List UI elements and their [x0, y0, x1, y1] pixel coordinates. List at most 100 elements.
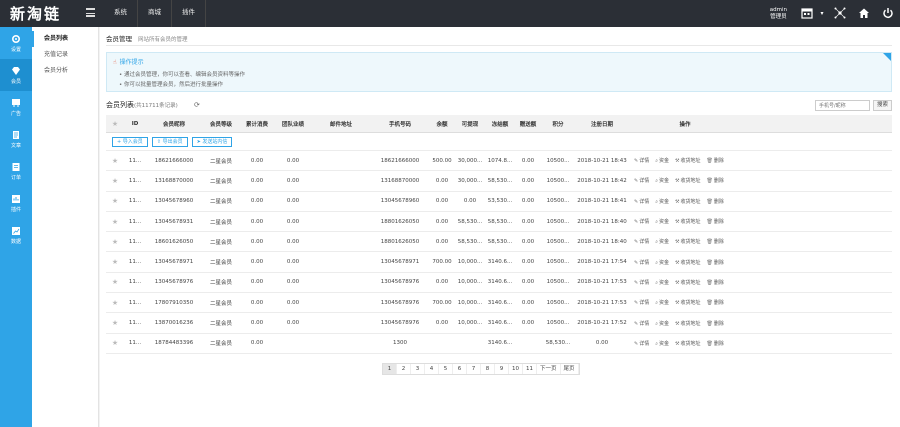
- last-page-link[interactable]: 尾页: [561, 364, 579, 374]
- row-action-delete[interactable]: 🗑删除: [707, 259, 724, 266]
- row-action-funds[interactable]: ⌕资金: [655, 340, 669, 347]
- row-action-detail[interactable]: ✎详情: [634, 340, 649, 347]
- calendar-icon[interactable]: [800, 7, 814, 21]
- star-icon[interactable]: ★: [112, 278, 118, 286]
- star-icon[interactable]: ★: [112, 177, 118, 185]
- star-icon[interactable]: ★: [112, 238, 118, 246]
- row-action-delete[interactable]: 🗑删除: [707, 198, 724, 205]
- sidebar-item-orders[interactable]: 订单: [0, 155, 32, 187]
- row-action-detail[interactable]: ✎详情: [634, 198, 649, 205]
- page-link[interactable]: 5: [439, 364, 453, 374]
- table-row[interactable]: ★ 11... 13045678960 二星会员 0.00 0.00 13045678960…: [106, 192, 892, 212]
- subnav-item-analysis[interactable]: 会员分析: [32, 63, 98, 79]
- row-action-address[interactable]: ⚒收货地址: [675, 299, 701, 306]
- row-action-funds[interactable]: ⌕资金: [655, 218, 669, 225]
- row-action-detail[interactable]: ✎详情: [634, 218, 649, 225]
- row-action-delete[interactable]: 🗑删除: [707, 157, 724, 164]
- table-row[interactable]: ★ 11... 13045678976 二星会员 0.00 0.00 13045678976…: [106, 273, 892, 294]
- row-action-detail[interactable]: ✎详情: [634, 320, 649, 327]
- row-action-delete[interactable]: 🗑删除: [707, 279, 724, 286]
- star-icon[interactable]: ★: [112, 258, 118, 266]
- collapse-corner-icon[interactable]: [883, 53, 891, 61]
- sidebar-item-members[interactable]: 会员: [0, 59, 32, 91]
- sidebar-item-articles[interactable]: 文章: [0, 123, 32, 155]
- row-action-funds[interactable]: ⌕资金: [655, 279, 669, 286]
- star-icon[interactable]: ★: [112, 299, 118, 307]
- row-action-detail[interactable]: ✎详情: [634, 238, 649, 245]
- refresh-icon[interactable]: ⟳: [194, 101, 200, 109]
- table-row[interactable]: ★ 11... 13870016236 二星会员 0.00 0.00 13045678976…: [106, 313, 892, 334]
- row-action-detail[interactable]: ✎详情: [634, 299, 649, 306]
- table-row[interactable]: ★ 11... 13045678971 二星会员 0.00 0.00 13045678971…: [106, 252, 892, 273]
- row-action-address[interactable]: ⚒收货地址: [675, 320, 701, 327]
- page-link[interactable]: 3: [411, 364, 425, 374]
- row-action-detail[interactable]: ✎详情: [634, 157, 649, 164]
- row-action-detail[interactable]: ✎详情: [634, 177, 649, 184]
- table-row[interactable]: ★ 11... 18784483396 二星会员 0.00 1300 3140.6... 58…: [106, 334, 892, 354]
- row-action-funds[interactable]: ⌕资金: [655, 157, 669, 164]
- user-box[interactable]: admin 管理员: [770, 7, 787, 21]
- star-icon[interactable]: ★: [112, 339, 118, 347]
- row-action-address[interactable]: ⚒收货地址: [675, 279, 701, 286]
- row-action-delete[interactable]: 🗑删除: [707, 218, 724, 225]
- row-action-delete[interactable]: 🗑删除: [707, 340, 724, 347]
- search-button[interactable]: 搜索: [873, 100, 892, 111]
- row-action-address[interactable]: ⚒收货地址: [675, 157, 701, 164]
- row-action-funds[interactable]: ⌕资金: [655, 198, 669, 205]
- import-members-button[interactable]: + 导入会员: [112, 136, 148, 147]
- power-icon[interactable]: [881, 7, 895, 21]
- topnav-item-system[interactable]: 系统: [104, 0, 138, 27]
- page-link[interactable]: 6: [453, 364, 467, 374]
- sidebar-item-plugins[interactable]: 插件: [0, 187, 32, 219]
- star-icon[interactable]: ★: [112, 218, 118, 226]
- send-message-button[interactable]: ➤ 发送站内信: [191, 136, 233, 147]
- row-action-funds[interactable]: ⌕资金: [655, 320, 669, 327]
- app-logo[interactable]: 新淘链: [10, 3, 61, 24]
- row-action-delete[interactable]: 🗑删除: [707, 299, 724, 306]
- row-action-address[interactable]: ⚒收货地址: [675, 218, 701, 225]
- search-input[interactable]: [815, 100, 870, 111]
- topnav-item-mall[interactable]: 商城: [138, 0, 172, 27]
- row-action-address[interactable]: ⚒收货地址: [675, 340, 701, 347]
- row-action-funds[interactable]: ⌕资金: [655, 238, 669, 245]
- export-members-button[interactable]: ⇪ 导出会员: [151, 136, 188, 147]
- star-icon[interactable]: ★: [112, 157, 118, 165]
- table-row[interactable]: ★ 11... 13045678931 二星会员 0.00 0.00 18801626050…: [106, 212, 892, 233]
- page-link[interactable]: 9: [495, 364, 509, 374]
- table-row[interactable]: ★ 11... 17807910350 二星会员 0.00 0.00 13045678976…: [106, 293, 892, 314]
- star-icon[interactable]: ★: [112, 319, 118, 327]
- topnav-item-plugin[interactable]: 插件: [172, 0, 206, 27]
- subnav-item-recharge[interactable]: 充值记录: [32, 47, 98, 63]
- row-action-address[interactable]: ⚒收货地址: [675, 198, 701, 205]
- table-row[interactable]: ★ 11... 18601626050 二星会员 0.00 0.00 18801626050…: [106, 232, 892, 253]
- page-link[interactable]: 11: [523, 364, 537, 374]
- next-page-link[interactable]: 下一页: [537, 364, 561, 374]
- subnav-item-member-list[interactable]: 会员列表: [32, 31, 98, 47]
- star-icon[interactable]: ★: [112, 197, 118, 205]
- menu-toggle-icon[interactable]: [86, 8, 95, 17]
- table-row[interactable]: ★ 11... 18621666000 二星会员 0.00 0.00 18621666000…: [106, 151, 892, 172]
- sidebar-item-data[interactable]: 数据: [0, 219, 32, 251]
- row-action-address[interactable]: ⚒收货地址: [675, 177, 701, 184]
- row-action-delete[interactable]: 🗑删除: [707, 177, 724, 184]
- row-action-delete[interactable]: 🗑删除: [707, 238, 724, 245]
- row-action-funds[interactable]: ⌕资金: [655, 259, 669, 266]
- row-action-detail[interactable]: ✎详情: [634, 259, 649, 266]
- sidebar-item-settings[interactable]: 设置: [0, 27, 32, 59]
- home-icon[interactable]: [857, 7, 871, 21]
- row-action-address[interactable]: ⚒收货地址: [675, 238, 701, 245]
- page-link[interactable]: 8: [481, 364, 495, 374]
- page-link[interactable]: 1: [383, 364, 397, 374]
- page-link[interactable]: 7: [467, 364, 481, 374]
- page-link[interactable]: 2: [397, 364, 411, 374]
- page-link[interactable]: 10: [509, 364, 523, 374]
- row-action-detail[interactable]: ✎详情: [634, 279, 649, 286]
- row-action-funds[interactable]: ⌕资金: [655, 177, 669, 184]
- star-icon[interactable]: ★: [112, 120, 118, 128]
- row-action-delete[interactable]: 🗑删除: [707, 320, 724, 327]
- page-link[interactable]: 4: [425, 364, 439, 374]
- row-action-funds[interactable]: ⌕资金: [655, 299, 669, 306]
- network-icon[interactable]: [833, 7, 847, 21]
- sidebar-item-ads[interactable]: 广告: [0, 91, 32, 123]
- table-row[interactable]: ★ 11... 13168870000 二星会员 0.00 0.00 13168870000…: [106, 171, 892, 192]
